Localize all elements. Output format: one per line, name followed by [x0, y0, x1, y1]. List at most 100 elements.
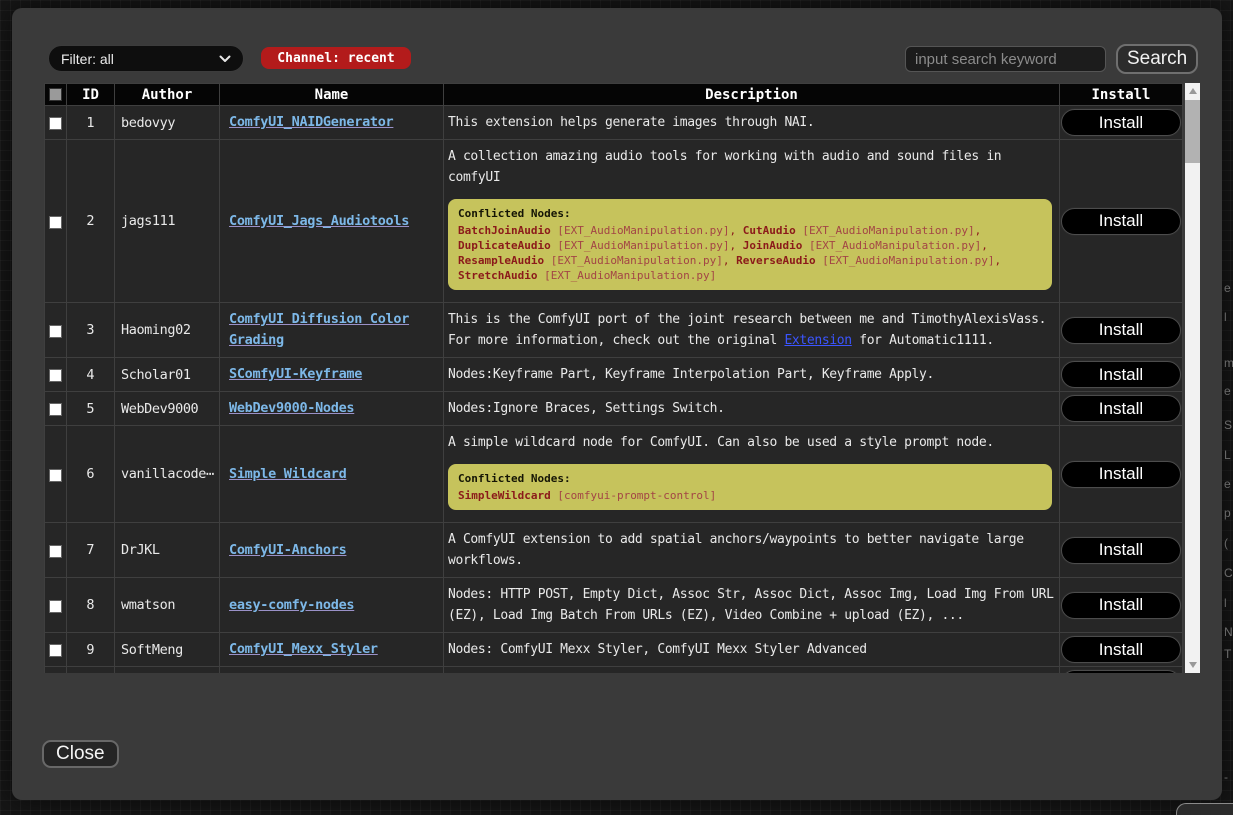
background-text-fragment: l	[1224, 310, 1227, 324]
description-text: Nodes:Keyframe Part, Keyframe Interpolat…	[448, 367, 934, 382]
row-id: 9	[67, 633, 115, 667]
conflict-list: SimpleWildcard [comfyui-prompt-control]	[458, 488, 1042, 503]
conflict-node-file: [EXT_AudioManipulation.py]	[544, 254, 723, 267]
row-id: 8	[67, 578, 115, 633]
row-id: 4	[67, 358, 115, 392]
filter-dropdown-value: Filter: all	[61, 51, 114, 67]
scroll-down-icon[interactable]	[1185, 658, 1200, 672]
extension-name-link[interactable]: WebDev9000-Nodes	[229, 400, 354, 416]
conflict-node-file: [EXT_AudioManipulation.py]	[816, 254, 995, 267]
background-partial-button[interactable]	[1176, 803, 1233, 815]
table-row: 4Scholar01 SComfyUI-Keyframe Nodes:Keyfram…	[45, 358, 1183, 392]
install-button[interactable]: Install	[1061, 537, 1181, 564]
conflict-node-name: JoinAudio	[743, 239, 803, 252]
conflict-node-name: SimpleWildcard	[458, 489, 551, 502]
row-author: zcfrank1st	[115, 667, 220, 674]
conflict-warning: Conflicted Nodes: BatchJoinAudio [EXT_Aud…	[448, 199, 1052, 290]
row-checkbox[interactable]	[49, 469, 62, 482]
row-checkbox[interactable]	[49, 403, 62, 416]
table-row: 5WebDev9000WebDev9000-NodesNodes:Ignore …	[45, 392, 1183, 426]
row-author: vanillacode⋯	[115, 426, 220, 523]
scrollbar-thumb[interactable]	[1185, 100, 1200, 163]
row-checkbox[interactable]	[49, 216, 62, 229]
install-button[interactable]: Install	[1061, 361, 1181, 388]
table-row: 3Haoming02ComfyUI Diffusion Color Gradin…	[45, 303, 1183, 358]
row-checkbox[interactable]	[49, 545, 62, 558]
background-menu-edge: elmeSLep(ClNT-	[1224, 0, 1233, 815]
background-text-fragment: m	[1224, 356, 1233, 370]
description-text: Nodes: HTTP POST, Empty Dict, Assoc Str,…	[448, 587, 1054, 623]
install-button[interactable]: Install	[1061, 395, 1181, 422]
extension-name-link[interactable]: ComfyUI-Anchors	[229, 542, 346, 558]
conflict-node-name: ReverseAudio	[736, 254, 815, 267]
row-checkbox[interactable]	[49, 369, 62, 382]
conflict-node-name: StretchAudio	[458, 269, 537, 282]
conflict-title: Conflicted Nodes:	[458, 206, 1042, 221]
scroll-up-icon[interactable]	[1185, 84, 1200, 98]
filter-dropdown[interactable]: Filter: all	[48, 45, 244, 72]
channel-badge[interactable]: Channel: recent	[261, 47, 411, 69]
description-link[interactable]: Extension	[784, 333, 851, 348]
table-row: 2jags111ComfyUI_Jags_AudiotoolsA collect…	[45, 140, 1183, 303]
close-button[interactable]: Close	[42, 740, 119, 768]
background-text-fragment: p	[1224, 506, 1231, 520]
conflict-node-file: [EXT_AudioManipulation.py]	[802, 239, 981, 252]
install-button[interactable]: Install	[1061, 636, 1181, 663]
conflict-title: Conflicted Nodes:	[458, 471, 1042, 486]
custom-nodes-manager-dialog: Filter: all Channel: recent Search ID Au…	[12, 8, 1222, 800]
install-button[interactable]: Install	[1061, 670, 1181, 673]
row-author: Scholar01	[115, 358, 220, 392]
description-text: Nodes:Ignore Braces, Settings Switch.	[448, 401, 725, 416]
description-text: A ComfyUI extension to add spatial ancho…	[448, 532, 1024, 568]
select-all-checkbox[interactable]	[49, 88, 62, 101]
extension-name-link[interactable]: ComfyUI_Mexx_Styler	[229, 641, 378, 657]
table-row: 9SoftMengComfyUI_Mexx_StylerNodes: Comfy…	[45, 633, 1183, 667]
table-header-row: ID Author Name Description Install	[45, 84, 1183, 106]
install-button[interactable]: Install	[1061, 317, 1181, 344]
row-id: 6	[67, 426, 115, 523]
extension-name-link[interactable]: Simple Wildcard	[229, 466, 346, 482]
row-checkbox[interactable]	[49, 600, 62, 613]
channel-badge-label: Channel: recent	[277, 51, 394, 66]
background-text-fragment: e	[1224, 281, 1231, 295]
table-body: 1bedovyyComfyUI_NAIDGeneratorThis extens…	[45, 106, 1183, 674]
extension-name-link[interactable]: ComfyUI_Jags_Audiotools	[229, 213, 409, 229]
conflict-node-name: ResampleAudio	[458, 254, 544, 267]
background-text-fragment: T	[1224, 647, 1231, 661]
install-button[interactable]: Install	[1061, 109, 1181, 136]
col-header-author: Author	[115, 84, 220, 106]
row-author: Haoming02	[115, 303, 220, 358]
background-text-fragment: l	[1224, 596, 1227, 610]
col-header-install: Install	[1060, 84, 1183, 106]
background-text-fragment: S	[1224, 418, 1232, 432]
table-scrollbar[interactable]	[1185, 83, 1200, 673]
conflict-node-name: DuplicateAudio	[458, 239, 551, 252]
background-text-fragment: -	[1224, 770, 1228, 784]
search-button[interactable]: Search	[1116, 44, 1198, 74]
row-id: 3	[67, 303, 115, 358]
description-text: A simple wildcard node for ComfyUI. Can …	[448, 435, 994, 450]
extension-name-link[interactable]: SComfyUI-Keyframe	[229, 366, 362, 382]
row-author: wmatson	[115, 578, 220, 633]
table-row: 8wmatson easy-comfy-nodes Nodes: HTTP POST…	[45, 578, 1183, 633]
row-author: SoftMeng	[115, 633, 220, 667]
col-header-description: Description	[444, 84, 1060, 106]
row-checkbox[interactable]	[49, 644, 62, 657]
conflict-node-name: CutAudio	[743, 224, 796, 237]
install-button[interactable]: Install	[1061, 461, 1181, 488]
background-text-fragment: e	[1224, 477, 1231, 491]
conflict-node-file: [EXT_AudioManipulation.py]	[537, 269, 716, 282]
extension-name-link[interactable]: easy-comfy-nodes	[229, 597, 354, 613]
install-button[interactable]: Install	[1061, 208, 1181, 235]
extension-name-link[interactable]: ComfyUI_NAIDGenerator	[229, 114, 393, 130]
conflict-node-file: [EXT_AudioManipulation.py]	[551, 224, 730, 237]
install-button[interactable]: Install	[1061, 592, 1181, 619]
search-input[interactable]	[905, 46, 1106, 72]
background-text-fragment: e	[1224, 384, 1231, 398]
extension-name-link[interactable]: ComfyUI Diffusion Color Grading	[229, 311, 409, 348]
table-row: 7DrJKLComfyUI-AnchorsA ComfyUI extension…	[45, 523, 1183, 578]
conflict-list: BatchJoinAudio [EXT_AudioManipulation.py…	[458, 223, 1042, 283]
row-checkbox[interactable]	[49, 325, 62, 338]
chevron-down-icon	[219, 55, 231, 63]
row-checkbox[interactable]	[49, 117, 62, 130]
